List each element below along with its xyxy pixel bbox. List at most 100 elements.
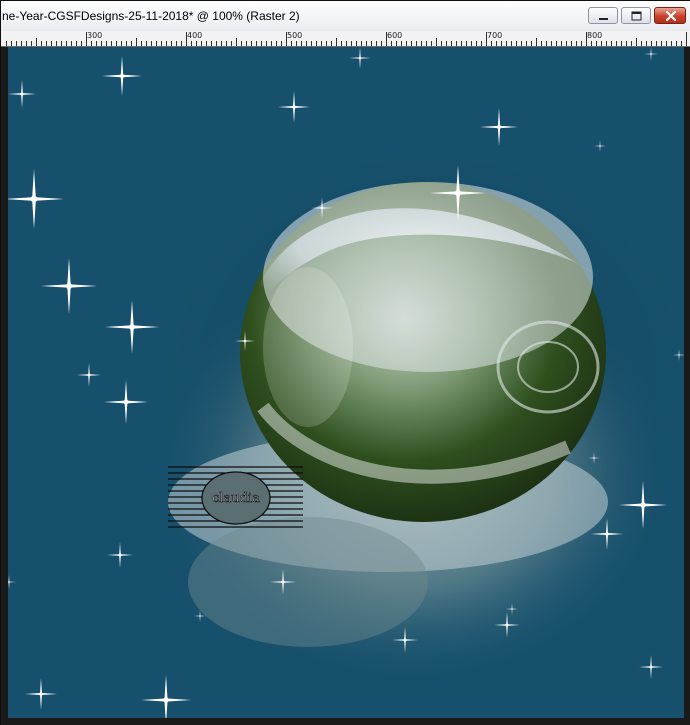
ruler-tick [681, 41, 682, 46]
ruler-tick [451, 41, 452, 46]
ruler-tick [326, 41, 327, 46]
document-window[interactable]: ne-Year-CGSFDesigns-25-11-2018* @ 100% (… [0, 0, 690, 725]
ruler-tick [676, 41, 677, 46]
ruler-tick [501, 41, 502, 46]
close-button[interactable] [654, 7, 686, 24]
ruler-tick [481, 41, 482, 46]
ruler-tick [26, 41, 27, 46]
ruler-tick [266, 41, 267, 46]
canvas-frame-bottom [1, 718, 690, 725]
ruler-tick [406, 41, 407, 46]
ruler-tick [626, 41, 627, 46]
minimize-button[interactable] [588, 7, 618, 24]
ruler-tick [361, 41, 362, 46]
ruler-tick [291, 41, 292, 46]
ruler-tick [391, 41, 392, 46]
ruler-tick [491, 41, 492, 46]
ruler-tick [486, 32, 487, 46]
ruler-tick [426, 41, 427, 46]
ruler-tick [196, 41, 197, 46]
ruler-tick [141, 41, 142, 46]
ruler-tick [461, 41, 462, 46]
ruler-tick [651, 41, 652, 46]
ruler-tick [271, 41, 272, 46]
horizontal-ruler[interactable]: 300 400 500 600 700 800 [1, 31, 690, 47]
ruler-tick [331, 41, 332, 46]
ruler-tick [296, 41, 297, 46]
ice-reflection [188, 517, 428, 647]
ruler-tick [431, 41, 432, 46]
ruler-tick [81, 41, 82, 46]
ruler-tick [641, 41, 642, 46]
ruler-tick [91, 41, 92, 46]
ruler-tick [101, 41, 102, 46]
ruler-tick [471, 41, 472, 46]
ruler-tick [106, 41, 107, 46]
ruler-tick [221, 41, 222, 46]
ruler-tick [531, 41, 532, 46]
ruler-tick [316, 41, 317, 46]
canvas-frame-left [1, 47, 8, 725]
ruler-tick [6, 41, 7, 46]
watermark-text: claudia [212, 491, 260, 506]
ruler-tick [156, 41, 157, 46]
title-bar[interactable]: ne-Year-CGSFDesigns-25-11-2018* @ 100% (… [1, 1, 690, 32]
ruler-tick [151, 41, 152, 46]
image-canvas[interactable]: claudia [8, 47, 684, 718]
ruler-tick [261, 41, 262, 46]
ruler-tick [476, 41, 477, 46]
ruler-tick [416, 41, 417, 46]
ruler-tick [351, 41, 352, 46]
ruler-tick [311, 41, 312, 46]
ruler-tick [541, 41, 542, 46]
ruler-tick [586, 32, 587, 46]
ruler-tick [371, 41, 372, 46]
ruler-tick [341, 41, 342, 46]
ruler-tick [356, 41, 357, 46]
ruler-tick [176, 41, 177, 46]
ruler-tick [11, 41, 12, 46]
ruler-tick [121, 41, 122, 46]
ruler-tick [566, 41, 567, 46]
ruler-tick [31, 41, 32, 46]
minimize-icon [599, 18, 608, 20]
ruler-tick [521, 41, 522, 46]
ruler-tick [301, 41, 302, 46]
ruler-tick [21, 41, 22, 46]
ruler-tick [111, 41, 112, 46]
ruler-tick [181, 41, 182, 46]
ruler-tick [126, 41, 127, 46]
ruler-tick [41, 41, 42, 46]
ruler-tick [366, 41, 367, 46]
ruler-tick [401, 41, 402, 46]
ruler-tick [551, 41, 552, 46]
ruler-tick [346, 41, 347, 46]
ruler-tick [466, 41, 467, 46]
ruler-tick [246, 41, 247, 46]
ruler-tick [56, 41, 57, 46]
ruler-tick [386, 32, 387, 46]
ruler-tick [421, 41, 422, 46]
ruler-tick [456, 41, 457, 46]
ruler-tick [236, 38, 237, 46]
ruler-tick [76, 41, 77, 46]
ruler-tick [536, 38, 537, 46]
ruler-tick [571, 41, 572, 46]
ruler-label: 300 [87, 31, 103, 40]
ruler-tick [231, 41, 232, 46]
ruler-tick [516, 41, 517, 46]
ruler-tick [191, 41, 192, 46]
window-title: ne-Year-CGSFDesigns-25-11-2018* @ 100% (… [2, 9, 300, 23]
ruler-label: 500 [287, 31, 303, 40]
ruler-tick [216, 41, 217, 46]
ruler-tick [671, 41, 672, 46]
maximize-icon [631, 11, 642, 21]
ruler-tick [306, 41, 307, 46]
ruler-tick [276, 41, 277, 46]
ruler-tick [686, 32, 687, 46]
ruler-tick [256, 41, 257, 46]
ruler-tick [646, 41, 647, 46]
ruler-tick [601, 41, 602, 46]
maximize-button[interactable] [621, 7, 651, 24]
ruler-tick [376, 41, 377, 46]
